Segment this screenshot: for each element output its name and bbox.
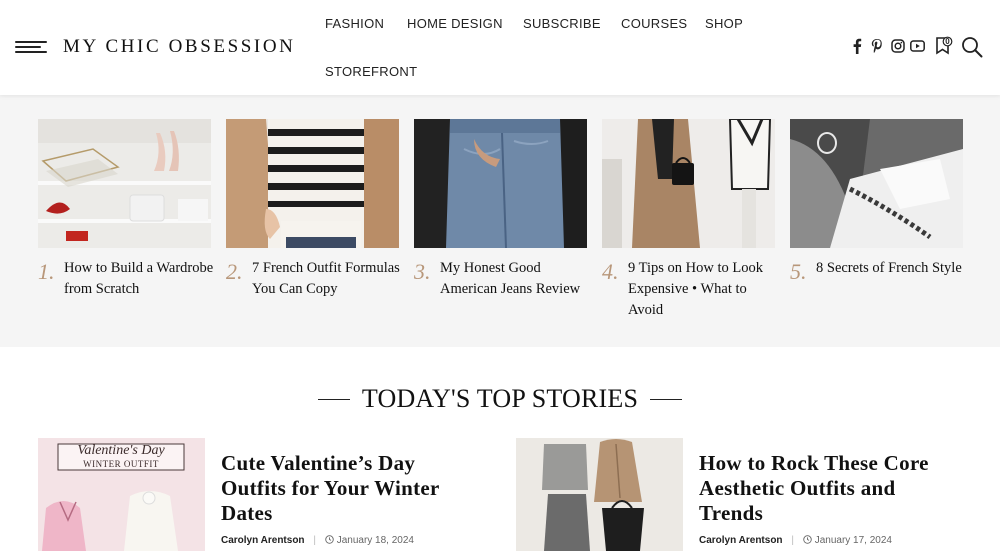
post-date-text: January 18, 2024 xyxy=(336,535,414,546)
rank-number: 2. xyxy=(226,259,243,284)
post-title[interactable]: My Honest Good American Jeans Review xyxy=(440,258,590,300)
popular-posts: 1. How to Build a Wardrobe from Scratch … xyxy=(0,95,1000,347)
story-thumbnail[interactable]: Valentine's Day WINTER OUTFIT xyxy=(38,438,205,551)
thumb-caption: Valentine's Day xyxy=(77,443,165,458)
post-title[interactable]: 7 French Outfit Formulas You Can Copy xyxy=(252,258,402,300)
story-title[interactable]: Cute Valentine’s Day Outfits for Your Wi… xyxy=(221,451,481,526)
post-thumbnail[interactable] xyxy=(38,119,211,248)
heading-rule xyxy=(317,398,350,400)
nav-item-fashion[interactable]: FASHION xyxy=(325,16,384,31)
author-name[interactable]: Carolyn Arentson xyxy=(699,535,783,546)
thumb-caption: WINTER OUTFIT xyxy=(83,459,159,469)
site-header: MY CHIC OBSESSION FASHION HOME DESIGN SU… xyxy=(0,0,1000,95)
post-thumbnail[interactable] xyxy=(226,119,399,248)
post-date-text: January 17, 2024 xyxy=(814,535,892,546)
rank-number: 5. xyxy=(790,259,807,284)
popular-card[interactable]: 3. My Honest Good American Jeans Review xyxy=(414,119,587,297)
rank-number: 4. xyxy=(602,259,619,284)
popular-card[interactable]: 2. 7 French Outfit Formulas You Can Copy xyxy=(226,119,400,297)
search-icon[interactable] xyxy=(961,36,983,58)
menu-icon[interactable] xyxy=(15,39,47,55)
post-title[interactable]: 9 Tips on How to Look Expensive • What t… xyxy=(628,258,778,321)
popular-card[interactable]: 1. How to Build a Wardrobe from Scratch xyxy=(38,119,213,297)
post-thumbnail[interactable] xyxy=(790,119,963,248)
popular-card[interactable]: 4. 9 Tips on How to Look Expensive • Wha… xyxy=(602,119,775,318)
meta-separator: | xyxy=(313,535,316,546)
instagram-icon[interactable] xyxy=(891,38,905,54)
story-thumbnail[interactable] xyxy=(516,438,683,551)
heading-rule xyxy=(650,398,683,400)
bookmark-icon[interactable]: 0 xyxy=(935,36,953,56)
story-meta: Carolyn Arentson | January 18, 2024 xyxy=(221,535,414,546)
story-meta: Carolyn Arentson | January 17, 2024 xyxy=(699,535,892,546)
site-logo[interactable]: MY CHIC OBSESSION xyxy=(63,36,295,58)
post-title[interactable]: 8 Secrets of French Style xyxy=(816,258,966,279)
popular-card[interactable]: 5. 8 Secrets of French Style xyxy=(790,119,963,284)
nav-item-subscribe[interactable]: SUBSCRIBE xyxy=(523,16,601,31)
story-title[interactable]: How to Rock These Core Aesthetic Outfits… xyxy=(699,451,959,526)
nav-item-shop[interactable]: SHOP xyxy=(705,16,743,31)
rank-number: 1. xyxy=(38,259,55,284)
nav-item-home-design[interactable]: HOME DESIGN xyxy=(407,16,503,31)
nav-item-storefront[interactable]: STOREFRONT xyxy=(325,64,417,79)
section-heading: TODAY'S TOP STORIES xyxy=(0,384,1000,414)
author-name[interactable]: Carolyn Arentson xyxy=(221,535,305,546)
bookmark-count: 0 xyxy=(945,37,950,46)
clock-icon xyxy=(324,535,334,544)
post-date: January 18, 2024 xyxy=(324,535,414,546)
facebook-icon[interactable] xyxy=(852,38,862,54)
post-title[interactable]: How to Build a Wardrobe from Scratch xyxy=(64,258,214,300)
meta-separator: | xyxy=(791,535,794,546)
clock-icon xyxy=(802,535,812,544)
nav-item-courses[interactable]: COURSES xyxy=(621,16,687,31)
post-thumbnail[interactable] xyxy=(414,119,587,248)
pinterest-icon[interactable] xyxy=(870,38,884,54)
rank-number: 3. xyxy=(414,259,431,284)
youtube-icon[interactable] xyxy=(910,38,925,54)
post-thumbnail[interactable] xyxy=(602,119,775,248)
section-title: TODAY'S TOP STORIES xyxy=(361,384,639,413)
post-date: January 17, 2024 xyxy=(802,535,892,546)
